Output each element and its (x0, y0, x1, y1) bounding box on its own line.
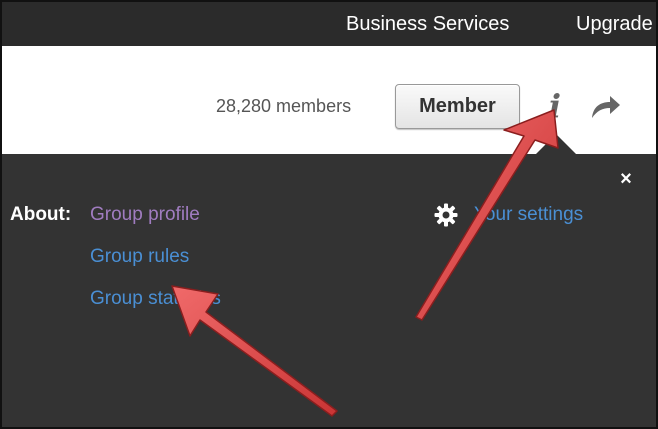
member-button[interactable]: Member (395, 84, 520, 129)
group-statistics-link[interactable]: Group statistics (90, 288, 221, 310)
members-count: 28,280 members (216, 96, 352, 116)
share-icon[interactable] (588, 92, 622, 122)
panel-pointer (536, 134, 576, 154)
screenshot-frame: Business Services Upgrade 28,280 members… (0, 0, 658, 429)
upgrade-link[interactable]: Upgrade (576, 13, 653, 36)
top-nav-bar: Business Services Upgrade (2, 2, 656, 46)
group-rules-link[interactable]: Group rules (90, 246, 189, 268)
gear-icon (434, 203, 458, 227)
group-profile-link[interactable]: Group profile (90, 204, 200, 226)
about-panel: × About: Group profile Group rules Group… (2, 134, 656, 427)
business-services-link[interactable]: Business Services (346, 13, 509, 36)
about-label: About: (10, 204, 72, 225)
info-icon[interactable]: i (541, 86, 569, 126)
your-settings-label: Your settings (474, 204, 584, 225)
close-icon[interactable]: × (617, 169, 635, 189)
